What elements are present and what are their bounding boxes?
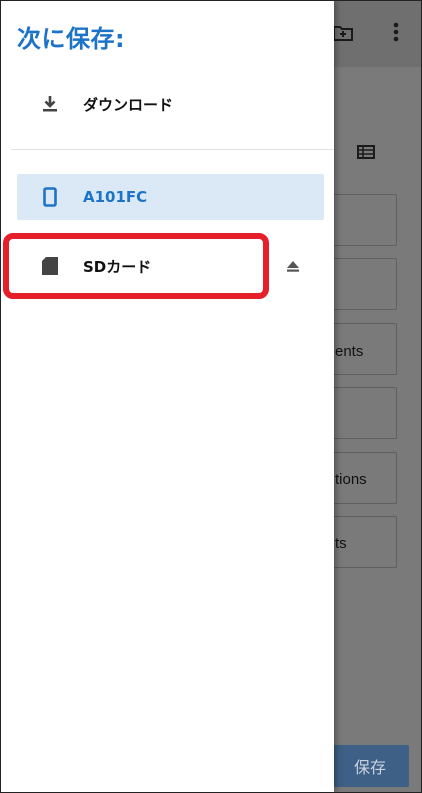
more-options-icon [393,21,399,48]
eject-icon[interactable] [287,261,299,275]
screen: ents tions ts 保存 次に保存: ダウンロード A101FC SDカ… [0,0,422,793]
drawer-title: 次に保存: [17,25,126,53]
background-card-text: ts [335,535,347,552]
save-button[interactable]: 保存 [331,745,409,787]
background-card [323,387,397,439]
list-view-icon [357,143,375,164]
phone-icon [39,186,61,208]
background-card-text: tions [335,471,367,488]
background-card [323,258,397,310]
download-icon [39,93,61,115]
divider [11,149,334,150]
background-card [323,194,397,246]
background-card-text: ents [335,343,364,360]
drawer-item-device[interactable]: A101FC [17,174,324,220]
new-folder-icon [333,25,353,46]
drawer-item-label: ダウンロード [83,95,174,114]
drawer-item-downloads[interactable]: ダウンロード [1,81,334,127]
drawer-item-label: A101FC [83,188,148,206]
highlight-frame [3,233,269,299]
save-location-drawer: 次に保存: ダウンロード A101FC SDカード [1,1,334,792]
